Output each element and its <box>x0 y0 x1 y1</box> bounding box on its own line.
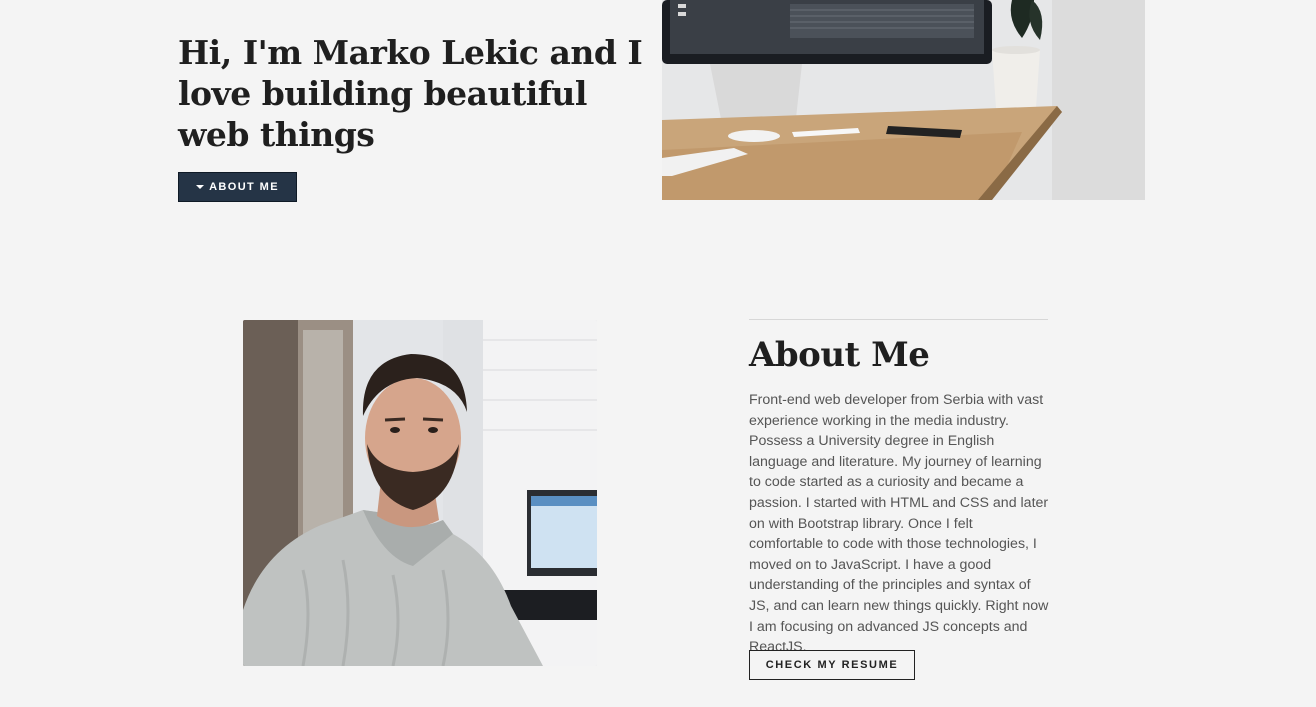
about-me-button-label: ABOUT ME <box>209 181 279 193</box>
caret-down-icon <box>196 185 205 189</box>
about-section: About Me Front-end web developer from Se… <box>749 319 1049 658</box>
about-me-button[interactable]: ABOUT ME <box>178 172 297 202</box>
check-resume-button[interactable]: CHECK MY RESUME <box>749 650 915 680</box>
profile-photo-illustration <box>243 320 597 666</box>
about-title: About Me <box>749 335 930 375</box>
about-divider <box>749 319 1048 320</box>
profile-photo <box>243 320 597 666</box>
desk-photo-illustration <box>662 0 1145 200</box>
about-description: Front-end web developer from Serbia with… <box>749 392 1049 656</box>
hero-heading: Hi, I'm Marko Lekic and I love building … <box>178 33 643 154</box>
desk-photo <box>662 0 1145 200</box>
